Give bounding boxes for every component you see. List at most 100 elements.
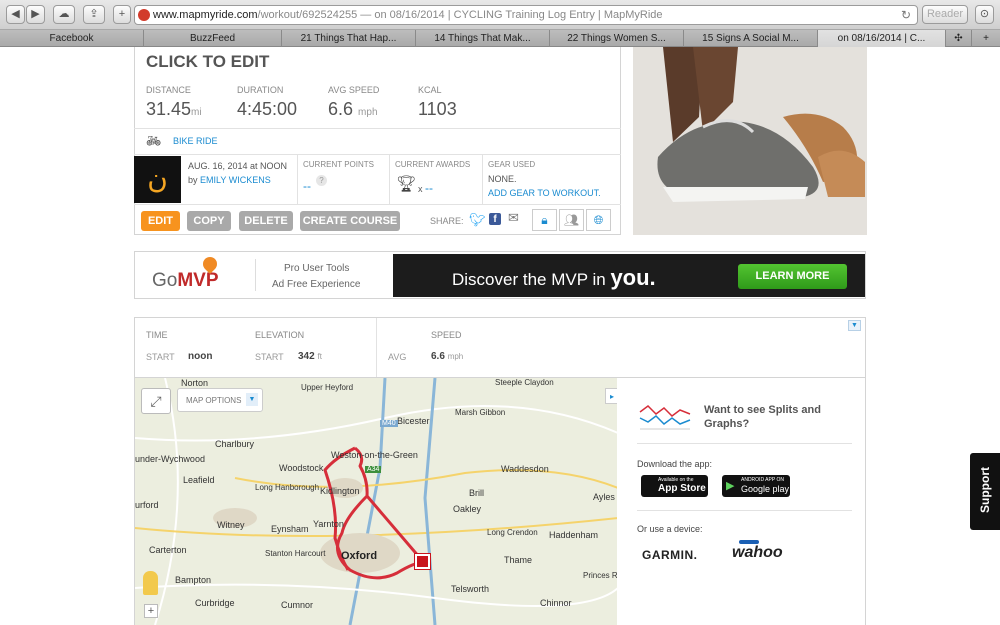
map-label: Brill (469, 488, 484, 498)
share-icon[interactable]: ⇪ (83, 5, 105, 24)
tab-14-things[interactable]: 14 Things That Mak... (416, 30, 550, 47)
ad-line-2: Ad Free Experience (272, 279, 361, 290)
reload-icon[interactable]: ↻ (901, 6, 911, 24)
map-label: Oxford (341, 550, 378, 562)
add-gear-link[interactable]: ADD GEAR TO WORKOUT. (488, 188, 601, 198)
current-awards-label: CURRENT AWARDS (395, 160, 471, 169)
copy-button[interactable]: COPY (187, 211, 231, 231)
duration-value: 4:45:00 (237, 99, 298, 119)
map-label: Kidlington (320, 486, 360, 496)
map-label: Weston-on-the-Green (331, 450, 418, 460)
divider (134, 154, 621, 155)
forward-icon[interactable]: ▶ (26, 5, 45, 24)
tab-overview-icon[interactable]: ✣ (946, 30, 972, 47)
tab-15-signs[interactable]: 15 Signs A Social M... (684, 30, 818, 47)
tab-21-things[interactable]: 21 Things That Hap... (282, 30, 416, 47)
trophy-icon: 🏆︎ (396, 176, 417, 193)
tab-facebook[interactable]: Facebook (0, 30, 144, 47)
map-label: Princes Risborough (583, 571, 617, 580)
garmin-logo[interactable]: GARMIN. (642, 548, 698, 562)
google-play-small-text: ANDROID APP ON (741, 477, 784, 483)
divider (376, 318, 377, 377)
new-tab-plus-icon[interactable]: + (972, 30, 1000, 47)
map-label: Bampton (175, 575, 212, 585)
start-time-label: START (146, 352, 175, 362)
icloud-icon[interactable]: ☁ (53, 5, 75, 24)
expand-panel-icon[interactable]: ▸ (605, 388, 617, 404)
map-label: Steeple Claydon (495, 378, 554, 387)
facebook-icon[interactable]: f (489, 213, 501, 225)
speed-label: SPEED (431, 330, 462, 340)
tab-buzzfeed[interactable]: BuzzFeed (144, 30, 282, 47)
divider (637, 510, 852, 511)
download-app-label: Download the app: (637, 459, 713, 469)
distance-value: 31.45mi (146, 99, 202, 119)
map-label: Woodstock (279, 463, 324, 473)
splits-graph-icon[interactable] (638, 398, 692, 432)
route-map[interactable]: Norton Upper Heyford Steeple Claydon Mar… (134, 378, 617, 625)
map-label: Chinnor (540, 598, 572, 608)
map-label: urford (135, 500, 159, 510)
chevron-down-icon[interactable]: ▼ (848, 320, 861, 331)
tab-mapmyride[interactable]: on 08/16/2014 | C... (818, 30, 946, 47)
support-tab[interactable]: Support (970, 453, 1000, 530)
map-base (135, 378, 617, 625)
splits-graphs-link[interactable]: Want to see Splits and Graphs? (704, 403, 844, 431)
google-play-badge[interactable]: ▶ ANDROID APP ON Google play (722, 475, 790, 497)
wahoo-logo[interactable]: wahoo (732, 544, 783, 562)
site-favicon-icon (138, 9, 150, 21)
back-icon[interactable]: ◀ (6, 5, 25, 24)
map-label: Haddenham (549, 530, 599, 540)
author-link[interactable]: EMILY WICKENS (200, 175, 271, 185)
twitter-icon[interactable]: 🐦︎ (469, 212, 486, 228)
edit-button[interactable]: EDIT (141, 211, 180, 231)
elevation-label: ELEVATION (255, 330, 305, 340)
avatar[interactable]: ن (134, 156, 181, 203)
start-elev-value: 342 ft (298, 351, 322, 362)
zoom-in-icon[interactable]: + (144, 604, 158, 618)
tab-bar: Facebook BuzzFeed 21 Things That Hap... … (0, 30, 1000, 47)
workout-author: by EMILY WICKENS (188, 175, 271, 185)
details-panel (134, 317, 866, 378)
finish-marker-icon[interactable] (415, 554, 430, 569)
help-icon[interactable]: ? (316, 175, 327, 186)
download-icon[interactable]: ⊙ (975, 5, 994, 24)
friends-icon[interactable]: 👥︎ (559, 209, 584, 231)
map-label: Long Hanborough (255, 483, 320, 492)
email-icon[interactable]: ✉ (508, 210, 519, 226)
address-bar[interactable]: www.mapmyride.com/workout/692524255 — on… (134, 5, 918, 25)
tab-22-things[interactable]: 22 Things Women S... (550, 30, 684, 47)
street-view-pegman-icon[interactable] (143, 571, 158, 595)
reader-button[interactable]: Reader (922, 5, 968, 24)
workout-date: AUG. 16, 2014 at NOON (188, 161, 288, 171)
fullscreen-icon[interactable]: ⤢ (141, 388, 171, 414)
workout-title[interactable]: CLICK TO EDIT (146, 52, 269, 72)
road-badge: A34 (365, 466, 382, 473)
map-label: Carterton (149, 545, 187, 555)
map-label: Cumnor (281, 600, 314, 610)
current-points-value: -- (303, 179, 311, 193)
app-store-badge[interactable]: Available on the App Store (641, 475, 708, 497)
gear-used-label: GEAR USED (488, 160, 536, 169)
delete-button[interactable]: DELETE (239, 211, 293, 231)
shoe-ad-image[interactable] (633, 47, 867, 235)
divider (134, 128, 621, 129)
lock-icon[interactable]: 🔒︎ (532, 209, 557, 231)
globe-icon[interactable]: 🌐︎ (586, 209, 611, 231)
map-label: Thame (504, 555, 533, 565)
learn-more-button[interactable]: LEARN MORE (738, 264, 847, 289)
app-store-text: App Store (658, 483, 706, 494)
map-label: Witney (217, 520, 245, 530)
create-course-button[interactable]: CREATE COURSE (300, 211, 400, 231)
divider (297, 155, 298, 204)
divider (255, 259, 256, 291)
time-label: TIME (146, 330, 168, 340)
avg-speed-label: AVG SPEED (328, 85, 380, 95)
url-path: /workout/692524255 — on 08/16/2014 | CYC… (257, 9, 663, 21)
duration-label: DURATION (237, 85, 284, 95)
new-tab-icon[interactable]: + (113, 5, 131, 24)
divider (389, 155, 390, 204)
distance-label: DISTANCE (146, 85, 191, 95)
map-options-dropdown[interactable]: MAP OPTIONS ▼ (177, 388, 263, 412)
activity-type-link[interactable]: BIKE RIDE (173, 136, 218, 146)
